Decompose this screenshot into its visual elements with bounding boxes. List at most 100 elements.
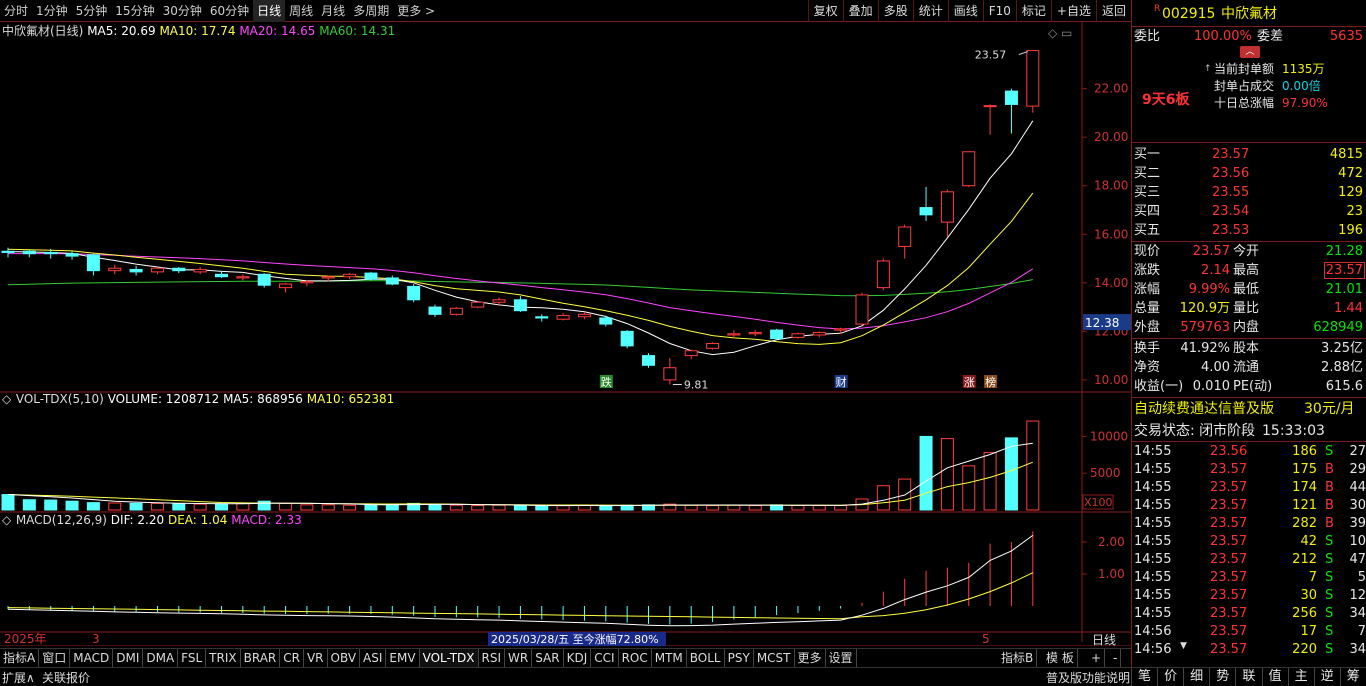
bid-row[interactable]: 买一 23.57 4815 (1132, 146, 1366, 164)
expand-up-icon[interactable]: ︿ (1240, 46, 1260, 58)
indicator-tab-5[interactable]: FSL (178, 649, 207, 668)
indicator-tab-10[interactable]: OBV (328, 649, 361, 668)
event-tag-text: 涨 (964, 376, 975, 389)
volume-bar (279, 502, 293, 511)
period-9[interactable]: 多周期 (349, 0, 393, 22)
dif-value: DIF: 2.20 (110, 513, 165, 527)
related-quotes[interactable]: 关联报价 (42, 669, 90, 686)
period-3[interactable]: 15分钟 (111, 0, 158, 22)
right-tab[interactable]: 模 板 (1043, 649, 1078, 668)
quote-tab-8[interactable]: 筹 (1339, 668, 1366, 686)
indicator-tab-21[interactable]: BOLL (687, 649, 725, 668)
indicator-tab-25[interactable]: 设置 (826, 649, 857, 668)
period-8[interactable]: 月线 (317, 0, 349, 22)
volume-bar (791, 504, 805, 511)
indicator-tab-23[interactable]: MCST (754, 649, 795, 668)
collapse-icon[interactable]: ◇ (2, 513, 12, 527)
period-10[interactable]: 更多 > (393, 0, 439, 22)
candle (855, 292, 869, 326)
indicator-tab-3[interactable]: DMI (113, 649, 144, 668)
right-tab[interactable]: - (1110, 649, 1122, 668)
volume-bar (513, 505, 527, 511)
bid-row[interactable]: 买四 23.54 23 (1132, 203, 1366, 221)
indicator-tab-2[interactable]: MACD (70, 649, 114, 668)
indicator-tab-18[interactable]: CCI (591, 649, 619, 668)
event-tag-text: 跌 (601, 375, 612, 389)
tool-button-6[interactable]: 标记 (1015, 0, 1051, 22)
period-7[interactable]: 周线 (285, 0, 317, 22)
bid-row[interactable]: 买五 23.53 196 (1132, 222, 1366, 240)
quote-tab-1[interactable]: 价 (1157, 668, 1183, 686)
volume-bar (150, 502, 164, 511)
tool-button-0[interactable]: 复权 (807, 0, 843, 22)
volume-bar (1, 494, 15, 511)
indicator-tab-6[interactable]: TRIX (206, 649, 241, 668)
period-1[interactable]: 1分钟 (32, 0, 72, 22)
indicator-tab-7[interactable]: BRAR (241, 649, 281, 668)
kline-chart[interactable]: 22.0020.0018.0016.0014.0012.0010.0012.38… (0, 22, 1131, 646)
price-tick: 16.00 (1094, 227, 1128, 241)
indicator-tab-22[interactable]: PSY (725, 649, 754, 668)
collapse-icon[interactable]: ◇ (2, 392, 12, 406)
indicator-tab-16[interactable]: SAR (532, 649, 564, 668)
period-6[interactable]: 日线 (253, 0, 286, 22)
quote-tab-4[interactable]: 联 (1235, 668, 1261, 686)
date-label: 5 (982, 632, 990, 646)
tool-button-2[interactable]: 多股 (877, 0, 913, 22)
tool-button-5[interactable]: F10 (982, 0, 1016, 22)
volume-bar (22, 499, 36, 511)
quote-tab-7[interactable]: 逆 (1313, 668, 1340, 686)
bid-row[interactable]: 买二 23.56 472 (1132, 165, 1366, 183)
indicator-tab-20[interactable]: MTM (652, 649, 687, 668)
right-tab[interactable]: 指标B (998, 649, 1038, 668)
period-5[interactable]: 60分钟 (206, 0, 253, 22)
indicator-tab-0[interactable]: 指标A (0, 649, 40, 668)
quote-tab-3[interactable]: 势 (1209, 668, 1235, 686)
period-4[interactable]: 30分钟 (159, 0, 206, 22)
volume-bar (748, 505, 762, 511)
volume-bar (834, 505, 848, 511)
tool-button-7[interactable]: +自选 (1050, 0, 1096, 22)
period-0[interactable]: 分时 (0, 0, 32, 22)
tick-row: 14:55 23.57 174 B 44 (1134, 480, 1366, 495)
indicator-tab-14[interactable]: RSI (479, 649, 506, 668)
volume-bar (428, 503, 442, 511)
indicator-tab-17[interactable]: KDJ (564, 649, 592, 668)
indicator-tab-8[interactable]: CR (280, 649, 304, 668)
stock-name: 中欣氟材 (1221, 6, 1277, 22)
indicator-tab-19[interactable]: ROC (619, 649, 652, 668)
ad-banner[interactable]: 自动续费通达信普及版 30元/月 (1132, 400, 1366, 418)
expand-toggle[interactable]: 扩展∧ (2, 669, 35, 686)
quote-tab-5[interactable]: 值 (1261, 668, 1288, 686)
ma5-value: MA5: 20.69 (87, 24, 156, 38)
indicator-tab-13[interactable]: VOL-TDX (419, 649, 479, 668)
macd-tick: 2.00 (1098, 535, 1125, 549)
tool-button-4[interactable]: 画线 (947, 0, 983, 22)
event-tag-text: 榜 (985, 375, 996, 389)
bid-row[interactable]: 买三 23.55 129 (1132, 184, 1366, 202)
tick-row: 14:55 23.57 30 S 12 (1134, 588, 1366, 603)
indicator-tab-11[interactable]: ASI (360, 649, 387, 668)
period-2[interactable]: 5分钟 (72, 0, 112, 22)
ten-day-gain: 十日总涨幅 97.90% (1214, 96, 1328, 110)
help-link[interactable]: 普及版功能说明 (1046, 669, 1130, 686)
macd-legend: ◇ MACD(12,26,9) DIF: 2.20 DEA: 1.04 MACD… (2, 513, 302, 527)
indicator-tab-12[interactable]: EMV (386, 649, 420, 668)
indicator-tab-24[interactable]: 更多 (795, 649, 826, 668)
tool-button-1[interactable]: 叠加 (842, 0, 878, 22)
indicator-tab-15[interactable]: WR (505, 649, 533, 668)
quote-tab-0[interactable]: 笔 (1131, 668, 1157, 686)
tool-button-8[interactable]: 返回 (1095, 0, 1131, 22)
chart-options-icon[interactable]: ◇ ▭ (1048, 26, 1072, 40)
indicator-tab-1[interactable]: 窗口 (39, 649, 71, 668)
quote-tab-2[interactable]: 细 (1183, 668, 1209, 686)
indicator-tab-9[interactable]: VR (304, 649, 328, 668)
tool-button-3[interactable]: 统计 (912, 0, 948, 22)
indicator-tab-4[interactable]: DMA (143, 649, 179, 668)
quote-tab-6[interactable]: 主 (1287, 668, 1314, 686)
tick-row: 14:56 23.57 220 S 34 (1134, 642, 1366, 657)
volume-bar (364, 504, 378, 511)
scroll-down-icon[interactable]: ▼ (1180, 641, 1187, 651)
right-tab[interactable]: + (1088, 649, 1106, 668)
vol-title: VOL-TDX(5,10) (15, 392, 104, 406)
